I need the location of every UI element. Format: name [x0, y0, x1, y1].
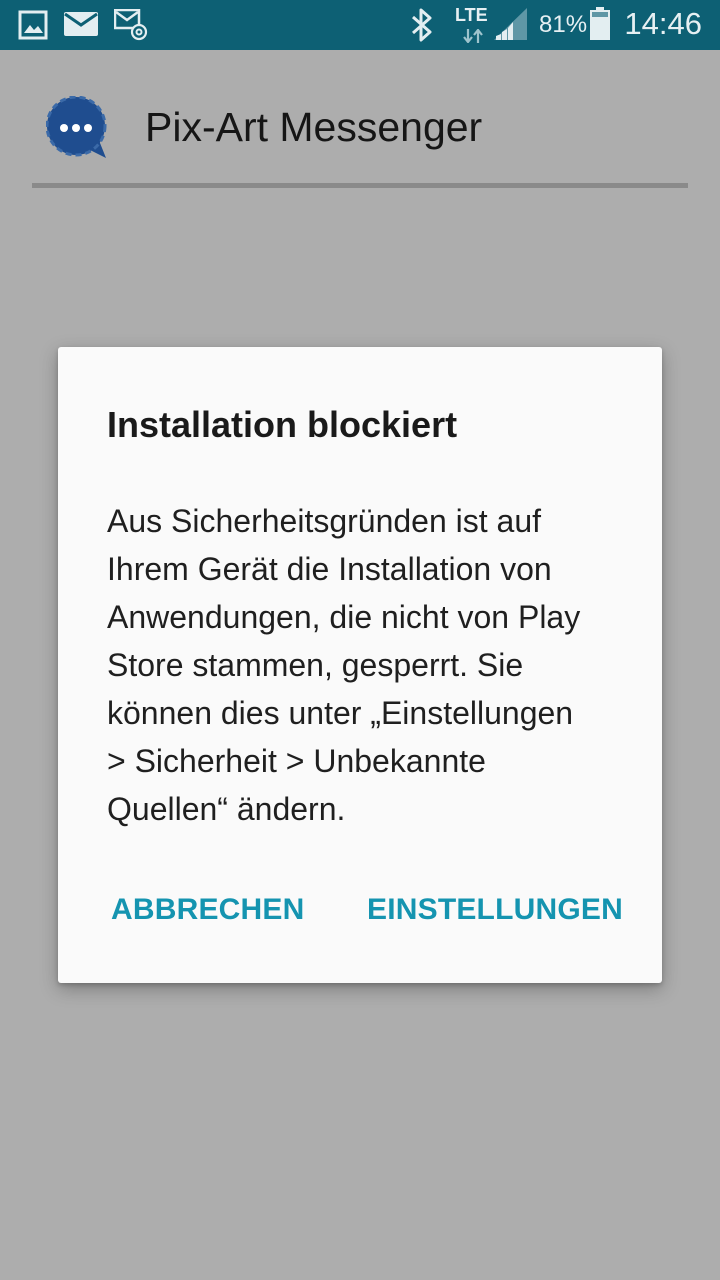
dialog-message-line: Aus Sicherheitsgründen ist auf — [107, 503, 542, 539]
status-bar: LTE 81% 14:46 — [0, 0, 720, 50]
dialog-message-line: können dies unter „Einstellungen — [107, 695, 574, 731]
dialog-message-line: Anwendungen, die nicht von Play — [107, 599, 581, 635]
dialog-message-line: Store stammen, gesperrt. Sie — [107, 647, 524, 683]
lte-label: LTE — [455, 5, 488, 25]
app-title: Pix-Art Messenger — [145, 104, 483, 150]
battery-icon — [590, 7, 610, 44]
battery-percent: 81% — [539, 11, 588, 38]
settings-button[interactable]: EINSTELLUNGEN — [367, 893, 623, 927]
clock-time: 14:46 — [624, 6, 702, 41]
header-divider — [32, 183, 688, 188]
dialog-message-line: Ihrem Gerät die Installation von — [107, 551, 552, 587]
bluetooth-icon — [410, 8, 434, 46]
dialog-message: Aus Sicherheitsgründen ist auf Ihrem Ger… — [107, 497, 627, 833]
email-at-icon — [113, 8, 148, 45]
chat-bubble-icon — [45, 95, 112, 162]
dialog-message-line: > Sicherheit > Unbekannte — [107, 743, 486, 779]
dialog-message-line: Quellen“ ändern. — [107, 791, 346, 827]
dialog-title: Installation blockiert — [107, 404, 458, 445]
app-header: Pix-Art Messenger — [32, 78, 688, 188]
signal-icon — [494, 8, 528, 44]
lte-data-icon — [463, 28, 483, 47]
email-icon — [64, 12, 98, 40]
installation-blocked-dialog: Installation blockiert Aus Sicherheitsgr… — [58, 347, 662, 983]
gallery-icon — [18, 10, 48, 44]
cancel-button[interactable]: ABBRECHEN — [111, 893, 304, 927]
